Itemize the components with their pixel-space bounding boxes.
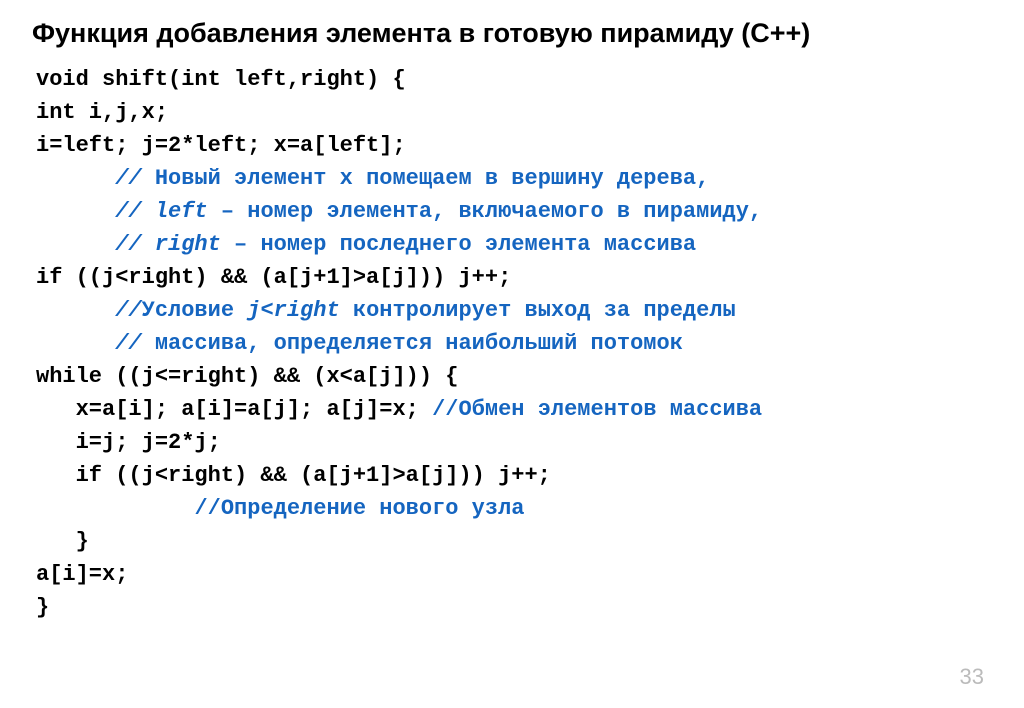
code-line: a[i]=x; xyxy=(36,562,128,587)
code-line: while ((j<=right) && (x<a[j])) { xyxy=(36,364,458,389)
code-comment: контролирует выход за пределы xyxy=(340,298,736,323)
code-line: if ((j<right) && (a[j+1]>a[j])) j++; xyxy=(36,463,551,488)
code-line: void shift(int left,right) { xyxy=(36,67,406,92)
code-comment: // xyxy=(36,199,155,224)
code-line: int i,j,x; xyxy=(36,100,168,125)
code-comment: – номер элемента, включаемого в пирамиду… xyxy=(208,199,763,224)
code-line: x=a[i]; a[i]=a[j]; a[j]=x; xyxy=(36,397,432,422)
code-comment: // xyxy=(36,166,155,191)
code-comment: // xyxy=(36,298,142,323)
code-line: } xyxy=(36,595,49,620)
code-comment: // xyxy=(36,232,155,257)
slide-title: Функция добавления элемента в готовую пи… xyxy=(32,18,992,49)
code-comment: массива, определяется наибольший потомок xyxy=(155,331,683,356)
code-comment: – номер последнего элемента массива xyxy=(221,232,696,257)
code-line: if ((j<right) && (a[j+1]>a[j])) j++; xyxy=(36,265,511,290)
code-comment: //Определение нового узла xyxy=(194,496,524,521)
page-number: 33 xyxy=(960,664,984,690)
code-line xyxy=(36,496,194,521)
code-line: i=j; j=2*j; xyxy=(36,430,221,455)
code-block: void shift(int left,right) { int i,j,x; … xyxy=(36,63,992,624)
code-line: i=left; j=2*left; x=a[left]; xyxy=(36,133,406,158)
code-comment: j<right xyxy=(247,298,339,323)
code-comment: Новый элемент х помещаем в вершину дерев… xyxy=(155,166,710,191)
code-comment: //Обмен элементов массива xyxy=(432,397,762,422)
code-comment: left xyxy=(155,199,208,224)
code-comment: right xyxy=(155,232,221,257)
code-comment: Условие xyxy=(142,298,248,323)
code-line: } xyxy=(36,529,89,554)
code-comment: // xyxy=(36,331,155,356)
